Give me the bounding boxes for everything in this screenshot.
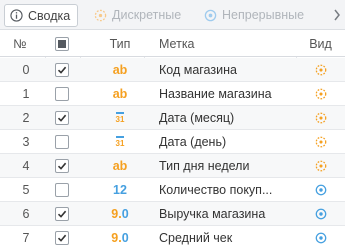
- discrete-icon: [315, 64, 326, 75]
- type-cell: 9.0: [100, 226, 140, 249]
- table-row[interactable]: 3 31 Дата (день): [0, 130, 345, 154]
- column-header-label[interactable]: Метка: [159, 30, 195, 57]
- discrete-icon: [315, 88, 326, 99]
- checkmark-icon: [57, 210, 67, 218]
- kind-cell[interactable]: [296, 130, 345, 153]
- row-checkbox-cell: [50, 130, 74, 153]
- variable-label[interactable]: Тип дня недели: [159, 154, 289, 177]
- continuous-icon: [315, 208, 326, 219]
- row-checkbox[interactable]: [55, 134, 69, 149]
- discrete-icon: [94, 9, 107, 21]
- row-number: 0: [22, 62, 30, 77]
- variable-label[interactable]: Название магазина: [159, 82, 289, 105]
- row-checkbox-cell: [50, 226, 74, 249]
- tab-continuous[interactable]: Непрерывные: [204, 0, 304, 30]
- row-checkbox[interactable]: [55, 230, 69, 245]
- float-type-icon: 9.0: [111, 206, 129, 221]
- kind-cell[interactable]: [296, 82, 345, 105]
- continuous-icon: [204, 9, 217, 21]
- row-checkbox-cell: [50, 154, 74, 177]
- row-checkbox-cell: [50, 202, 74, 225]
- row-checkbox[interactable]: [55, 158, 69, 173]
- table-row[interactable]: 2 31 Дата (месяц): [0, 106, 345, 130]
- checkmark-icon: [57, 234, 67, 242]
- table-body: 0 ab Код магазина 1 ab Название магазина 2 31 Да…: [0, 58, 345, 249]
- table-row[interactable]: 6 9.0 Выручка магазина: [0, 202, 345, 226]
- checkmark-icon: [57, 66, 67, 74]
- column-header-num[interactable]: №: [0, 30, 40, 57]
- table-header: № Тип Метка Вид: [0, 30, 345, 57]
- type-cell: ab: [100, 58, 140, 81]
- row-number: 7: [22, 230, 30, 245]
- float-type-icon: 9.0: [111, 230, 129, 245]
- chevron-right-icon[interactable]: [333, 9, 341, 21]
- type-cell: ab: [100, 154, 140, 177]
- tab-label: Дискретные: [112, 8, 182, 22]
- row-number: 6: [22, 206, 30, 221]
- variable-label[interactable]: Дата (месяц): [159, 106, 289, 129]
- kind-cell[interactable]: [296, 226, 345, 249]
- row-checkbox[interactable]: [55, 62, 69, 77]
- kind-cell[interactable]: [296, 202, 345, 225]
- type-cell: 31: [100, 106, 140, 129]
- row-checkbox[interactable]: [55, 182, 69, 197]
- tab-summary[interactable]: Сводка: [4, 4, 79, 27]
- row-checkbox-cell: [50, 58, 74, 81]
- tab-label: Сводка: [28, 8, 71, 23]
- date-type-icon: 31: [115, 135, 124, 148]
- tab-bar: Сводка Дискретные Непрерывные: [0, 0, 345, 30]
- type-cell: 31: [100, 130, 140, 153]
- row-number: 4: [22, 158, 30, 173]
- kind-cell[interactable]: [296, 178, 345, 201]
- column-header-type[interactable]: Тип: [100, 30, 140, 57]
- column-header-select-all[interactable]: [45, 30, 79, 57]
- text-type-icon: ab: [112, 158, 128, 173]
- tab-discrete[interactable]: Дискретные: [94, 0, 181, 30]
- table-row[interactable]: 1 ab Название магазина: [0, 82, 345, 106]
- table-row[interactable]: 0 ab Код магазина: [0, 58, 345, 82]
- table-row[interactable]: 7 9.0 Средний чек: [0, 226, 345, 249]
- row-checkbox[interactable]: [55, 110, 69, 125]
- column-header-kind[interactable]: Вид: [296, 30, 345, 57]
- tab-label: Непрерывные: [222, 8, 305, 22]
- text-type-icon: ab: [112, 86, 128, 101]
- type-cell: 12: [100, 178, 140, 201]
- row-checkbox-cell: [50, 106, 74, 129]
- table-row[interactable]: 5 12 Количество покуп...: [0, 178, 345, 202]
- variable-label[interactable]: Дата (день): [159, 130, 289, 153]
- row-number: 1: [22, 86, 30, 101]
- row-checkbox-cell: [50, 178, 74, 201]
- discrete-icon: [315, 112, 326, 123]
- type-cell: 9.0: [100, 202, 140, 225]
- integer-type-icon: 12: [113, 182, 127, 197]
- text-type-icon: ab: [112, 62, 128, 77]
- variable-label[interactable]: Выручка магазина: [159, 202, 289, 225]
- discrete-icon: [315, 160, 326, 171]
- checkmark-icon: [57, 114, 67, 122]
- kind-cell[interactable]: [296, 106, 345, 129]
- kind-cell[interactable]: [296, 154, 345, 177]
- row-checkbox-cell: [50, 82, 74, 105]
- continuous-icon: [315, 232, 326, 243]
- date-type-icon: 31: [115, 111, 124, 124]
- row-number: 5: [22, 182, 30, 197]
- discrete-icon: [315, 136, 326, 147]
- variable-label[interactable]: Средний чек: [159, 226, 289, 249]
- row-number: 3: [22, 134, 30, 149]
- row-checkbox[interactable]: [55, 206, 69, 221]
- checkmark-icon: [57, 162, 67, 170]
- variable-label[interactable]: Код магазина: [159, 58, 289, 81]
- app-window: Сводка Дискретные Непрерывные № Тип Метк…: [0, 0, 345, 249]
- type-cell: ab: [100, 82, 140, 105]
- select-all-checkbox[interactable]: [55, 36, 69, 51]
- continuous-icon: [315, 184, 326, 195]
- info-icon: [10, 9, 23, 22]
- row-number: 2: [22, 110, 30, 125]
- table-row[interactable]: 4 ab Тип дня недели: [0, 154, 345, 178]
- variable-label[interactable]: Количество покуп...: [159, 178, 289, 201]
- row-checkbox[interactable]: [55, 86, 69, 101]
- kind-cell[interactable]: [296, 58, 345, 81]
